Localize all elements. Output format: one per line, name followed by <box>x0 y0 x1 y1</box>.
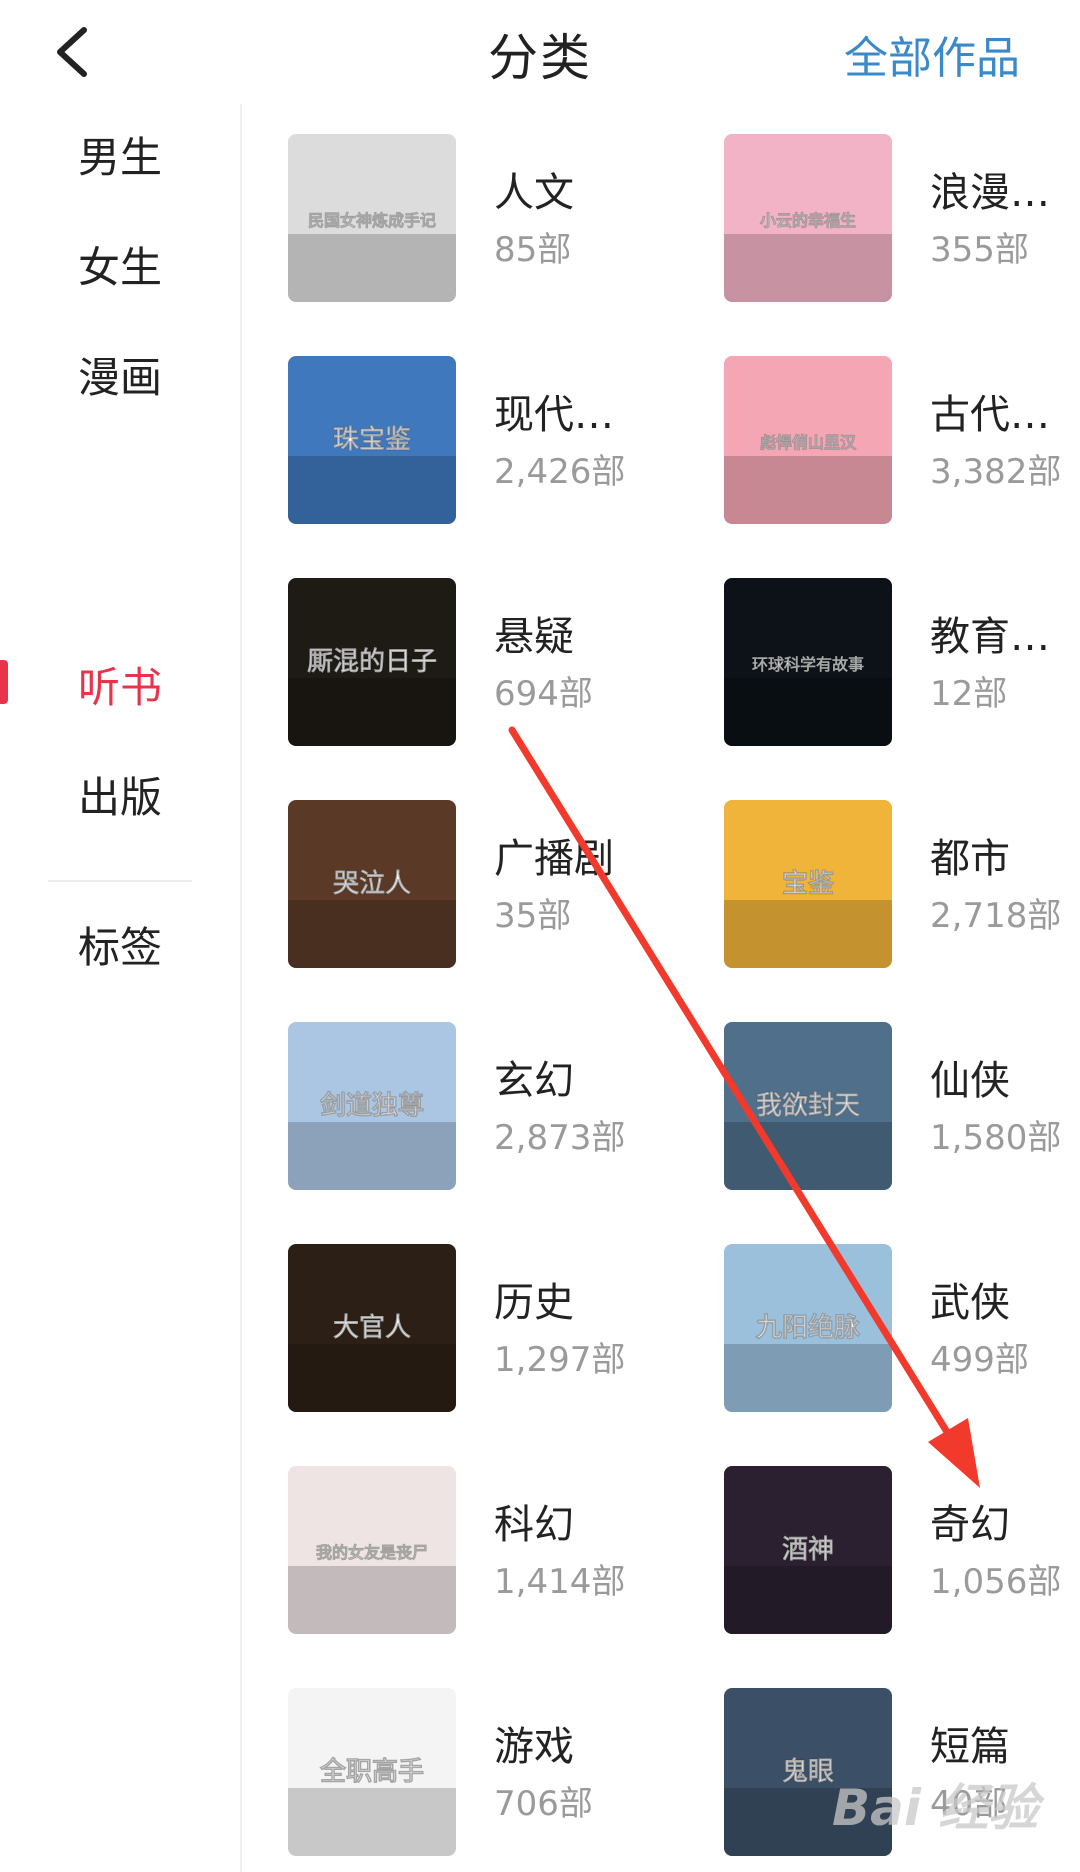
category-name: 古代… <box>930 392 1050 438</box>
category-item[interactable]: 彪悍俏山里汉 古代… 3,382部 <box>676 326 1080 524</box>
category-cover-image: 剑道独尊 <box>288 1022 456 1190</box>
back-arrow-icon <box>57 27 87 77</box>
back-button[interactable] <box>44 20 104 84</box>
svg-text:我的女友是丧尸: 我的女友是丧尸 <box>316 1543 428 1562</box>
category-name: 仙侠 <box>930 1058 1010 1104</box>
category-item[interactable]: 大官人 历史 1,297部 <box>240 1214 660 1412</box>
category-count: 1,580部 <box>930 1118 1062 1158</box>
category-cover-image: 环球科学有故事 <box>724 578 892 746</box>
category-cover-image: 酒神 <box>724 1466 892 1634</box>
category-cover-image: 彪悍俏山里汉 <box>724 356 892 524</box>
sidebar-item-comics[interactable]: 漫画 <box>0 324 240 424</box>
category-item[interactable]: 我的女友是丧尸 科幻 1,414部 <box>240 1436 660 1634</box>
category-cover-image: 我欲封天 <box>724 1022 892 1190</box>
category-name: 玄幻 <box>494 1058 574 1104</box>
top-bar: 分类 全部作品 <box>0 0 1080 104</box>
sidebar-item-label: 标签 <box>77 922 162 972</box>
sidebar-item-female[interactable]: 女生 <box>0 214 240 314</box>
category-cover-image: 宝鉴 <box>724 800 892 968</box>
svg-text:我欲封天: 我欲封天 <box>756 1091 860 1121</box>
category-count: 2,873部 <box>494 1118 626 1158</box>
category-cover-image: 九阳绝脉 <box>724 1244 892 1412</box>
category-count: 2,426部 <box>494 452 626 492</box>
category-name: 人文 <box>494 170 574 216</box>
svg-text:珠宝鉴: 珠宝鉴 <box>333 424 412 455</box>
svg-text:酒神: 酒神 <box>782 1535 834 1565</box>
category-cover-image: 哭泣人 <box>288 800 456 968</box>
category-name: 短篇 <box>930 1724 1010 1770</box>
svg-text:宝鉴: 宝鉴 <box>782 868 835 899</box>
category-count: 499部 <box>930 1340 1029 1380</box>
category-name: 现代… <box>494 392 614 438</box>
sidebar-item-label: 女生 <box>77 242 162 292</box>
all-works-link[interactable]: 全部作品 <box>844 22 1020 86</box>
sidebar-item-label: 男生 <box>77 132 162 182</box>
category-item[interactable]: 剑道独尊 玄幻 2,873部 <box>240 992 660 1190</box>
category-cover-image: 我的女友是丧尸 <box>288 1466 456 1634</box>
category-name: 教育… <box>930 614 1050 660</box>
category-cover-image: 民国女神炼成手记 <box>288 134 456 302</box>
category-count: 35部 <box>494 896 572 936</box>
category-cover-image: 厮混的日子 <box>288 578 456 746</box>
svg-text:全职高手: 全职高手 <box>319 1756 424 1787</box>
svg-text:民国女神炼成手记: 民国女神炼成手记 <box>308 211 436 230</box>
category-item[interactable]: 哭泣人 广播剧 35部 <box>240 770 660 968</box>
svg-text:厮混的日子: 厮混的日子 <box>307 646 437 677</box>
category-count: 694部 <box>494 674 593 714</box>
category-cover-image: 小云的幸福生 <box>724 134 892 302</box>
sidebar-item-label: 出版 <box>77 772 162 822</box>
category-count: 2,718部 <box>930 896 1062 936</box>
category-count: 1,297部 <box>494 1340 626 1380</box>
category-name: 广播剧 <box>494 836 614 882</box>
category-item[interactable]: 小云的幸福生 浪漫… 355部 <box>676 104 1080 302</box>
category-item[interactable]: 民国女神炼成手记 人文 85部 <box>240 104 660 302</box>
category-item[interactable]: 宝鉴 都市 2,718部 <box>676 770 1080 968</box>
category-cover-image: 全职高手 <box>288 1688 456 1856</box>
sidebar-item-label: 漫画 <box>77 352 162 402</box>
sidebar-item-publishing[interactable]: 出版 <box>0 744 240 844</box>
svg-text:九阳绝脉: 九阳绝脉 <box>755 1312 861 1343</box>
category-count: 706部 <box>494 1784 593 1824</box>
category-name: 浪漫… <box>930 170 1050 216</box>
sidebar-item-male[interactable]: 男生 <box>0 104 240 204</box>
category-item[interactable]: 酒神 奇幻 1,056部 <box>676 1436 1080 1634</box>
category-count: 12部 <box>930 674 1008 714</box>
category-count: 3,382部 <box>930 452 1062 492</box>
category-item[interactable]: 厮混的日子 悬疑 694部 <box>240 548 660 746</box>
category-name: 奇幻 <box>930 1502 1010 1548</box>
category-item[interactable]: 九阳绝脉 武侠 499部 <box>676 1214 1080 1412</box>
svg-text:鬼眼: 鬼眼 <box>782 1756 834 1787</box>
category-name: 游戏 <box>494 1724 574 1770</box>
category-item[interactable]: 环球科学有故事 教育… 12部 <box>676 548 1080 746</box>
svg-text:彪悍俏山里汉: 彪悍俏山里汉 <box>760 433 857 452</box>
category-name: 都市 <box>930 836 1010 882</box>
svg-text:大官人: 大官人 <box>333 1312 411 1343</box>
category-count: 1,056部 <box>930 1562 1062 1602</box>
category-count: 355部 <box>930 230 1029 270</box>
category-name: 科幻 <box>494 1502 574 1548</box>
svg-text:环球科学有故事: 环球科学有故事 <box>752 655 864 674</box>
category-grid: 民国女神炼成手记 人文 85部 小云的幸福生 浪漫… 355部珠宝鉴 现代… 2,426部 彪悍… <box>240 104 1080 1872</box>
svg-text:剑道独尊: 剑道独尊 <box>320 1090 424 1121</box>
category-name: 历史 <box>494 1280 574 1326</box>
sidebar-divider <box>48 880 192 882</box>
category-sidebar: 男生 女生 漫画 听书 出版 标签 <box>0 104 242 1872</box>
watermark: Bai 经验 <box>832 1779 1039 1837</box>
category-item[interactable]: 全职高手 游戏 706部 <box>240 1658 660 1856</box>
category-cover-image: 珠宝鉴 <box>288 356 456 524</box>
category-name: 悬疑 <box>494 614 574 660</box>
sidebar-item-audiobooks[interactable]: 听书 <box>0 634 240 734</box>
category-count: 1,414部 <box>494 1562 626 1602</box>
sidebar-item-tags[interactable]: 标签 <box>0 894 240 994</box>
svg-text:小云的幸福生: 小云的幸福生 <box>760 211 856 230</box>
category-item[interactable]: 珠宝鉴 现代… 2,426部 <box>240 326 660 524</box>
category-item[interactable]: 我欲封天 仙侠 1,580部 <box>676 992 1080 1190</box>
sidebar-item-label: 听书 <box>77 662 162 712</box>
category-count: 85部 <box>494 230 572 270</box>
category-name: 武侠 <box>930 1280 1010 1326</box>
category-cover-image: 大官人 <box>288 1244 456 1412</box>
svg-text:哭泣人: 哭泣人 <box>333 868 411 899</box>
